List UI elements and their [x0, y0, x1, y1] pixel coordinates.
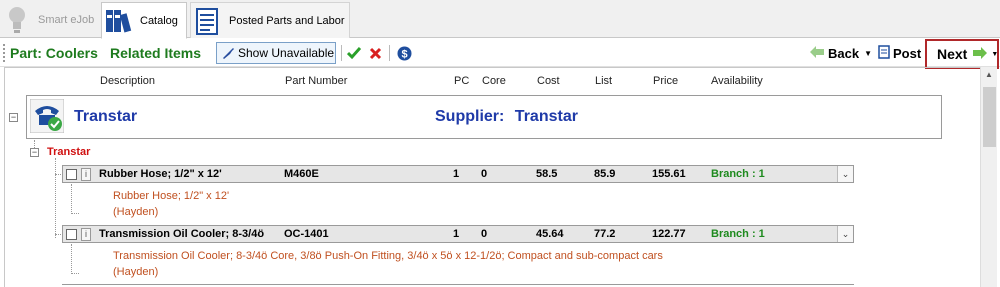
back-label: Back	[828, 45, 860, 61]
vertical-scrollbar[interactable]: ▲	[980, 67, 997, 287]
next-arrow-icon	[973, 46, 988, 62]
row-availability: Branch : 1	[711, 228, 765, 240]
back-arrow-icon	[810, 45, 824, 61]
row-select-checkbox[interactable]	[66, 229, 77, 240]
row-brand-text: (Hayden)	[113, 206, 159, 218]
row-list: 85.9	[594, 168, 616, 180]
tab-catalog-label: Catalog	[140, 14, 178, 27]
supplier-label-text: Supplier:	[435, 108, 505, 125]
tab-bar: Smart eJob Catalog Posted Parts and Labo…	[0, 0, 1000, 39]
scrollbar-thumb[interactable]	[983, 87, 996, 147]
supplier-label: Supplier: Transtar	[435, 108, 578, 126]
column-header-cost[interactable]: Cost	[537, 75, 560, 87]
group-collapse-toggle[interactable]: −	[30, 148, 39, 157]
tree-connector	[55, 158, 56, 238]
svg-text:$: $	[401, 48, 407, 60]
part-label: Part: Coolers	[10, 45, 98, 61]
post-button[interactable]: Post	[878, 39, 921, 67]
lightbulb-icon	[6, 5, 28, 35]
row-description: Rubber Hose; 1/2" x 12'	[99, 168, 222, 180]
column-header-list[interactable]: List	[595, 75, 612, 87]
next-button[interactable]: Next ▼	[925, 39, 999, 69]
column-header-core[interactable]: Core	[482, 75, 506, 87]
tree-connector	[71, 244, 72, 274]
row-pc: 1	[453, 168, 460, 180]
accept-check-icon[interactable]	[347, 39, 361, 67]
supplier-collapse-toggle[interactable]: −	[9, 113, 18, 122]
tab-smart-ejob-label: Smart eJob	[38, 14, 95, 26]
tab-catalog[interactable]: Catalog	[101, 2, 187, 39]
row-list: 77.2	[594, 228, 616, 240]
row-price: 122.77	[652, 228, 686, 240]
supplier-phone-icon	[29, 98, 65, 136]
related-items-button[interactable]: Related Items	[110, 39, 201, 67]
row-expand-dropdown-icon[interactable]: ⌄	[837, 166, 853, 182]
row-description: Transmission Oil Cooler; 8-3/4ö	[99, 228, 265, 240]
post-label: Post	[893, 45, 922, 61]
tree-connector	[71, 273, 79, 274]
next-label: Next	[937, 46, 968, 62]
row-detail-text: Rubber Hose; 1/2" x 12'	[113, 190, 230, 202]
show-unavailable-button[interactable]: Show Unavailable	[216, 42, 336, 64]
tab-posted-parts-labor[interactable]: Posted Parts and Labor	[190, 2, 350, 38]
post-icon	[878, 44, 890, 62]
table-row[interactable]: i Transmission Oil Cooler; 8-3/4ö OC-140…	[62, 225, 854, 243]
toolbar: Part: Coolers Related Items Show Unavail…	[0, 39, 1000, 69]
column-header-description[interactable]: Description	[100, 75, 155, 87]
catalog-books-icon	[104, 6, 134, 36]
tab-smart-ejob[interactable]: Smart eJob	[6, 2, 100, 38]
toolbar-separator	[389, 45, 390, 61]
scroll-up-icon[interactable]: ▲	[985, 70, 993, 79]
tree-connector	[71, 184, 72, 214]
column-header-availability[interactable]: Availability	[711, 75, 763, 87]
supplier-name: Transtar	[74, 108, 138, 125]
row-core: 0	[481, 168, 488, 180]
row-brand-text: (Hayden)	[113, 266, 159, 278]
info-icon[interactable]: i	[81, 168, 91, 181]
toolbar-separator	[341, 45, 342, 61]
next-dropdown-icon[interactable]: ▼	[991, 51, 998, 58]
tree-connector	[71, 213, 79, 214]
row-part-number: OC-1401	[284, 228, 329, 240]
row-expand-dropdown-icon[interactable]: ⌄	[837, 226, 853, 242]
supplier-value: Transtar	[514, 108, 578, 125]
row-availability: Branch : 1	[711, 168, 765, 180]
reject-x-icon[interactable]	[369, 39, 382, 67]
back-dropdown-icon[interactable]: ▼	[864, 49, 872, 58]
document-list-icon	[195, 6, 221, 36]
back-button[interactable]: Back ▼	[810, 39, 872, 67]
row-cost: 58.5	[536, 168, 558, 180]
row-part-number: M460E	[284, 168, 319, 180]
group-name: Transtar	[47, 146, 91, 158]
wrench-icon	[221, 46, 235, 60]
row-select-checkbox[interactable]	[66, 169, 77, 180]
column-header-price[interactable]: Price	[653, 75, 678, 87]
show-unavailable-label: Show Unavailable	[238, 46, 335, 60]
row-price: 155.61	[652, 168, 686, 180]
row-pc: 1	[453, 228, 460, 240]
column-header-pc[interactable]: PC	[454, 75, 469, 87]
table-row[interactable]: i Rubber Hose; 1/2" x 12' M460E 1 0 58.5…	[62, 165, 854, 183]
tab-posted-label: Posted Parts and Labor	[229, 14, 345, 27]
info-icon[interactable]: i	[81, 228, 91, 241]
row-detail-text: Transmission Oil Cooler; 8-3/4ö Core, 3/…	[113, 250, 663, 262]
toolbar-grip	[3, 44, 6, 62]
column-header-part-number[interactable]: Part Number	[285, 75, 347, 87]
row-cost: 45.64	[536, 228, 564, 240]
row-core: 0	[481, 228, 488, 240]
dollar-icon[interactable]: $	[397, 39, 412, 67]
